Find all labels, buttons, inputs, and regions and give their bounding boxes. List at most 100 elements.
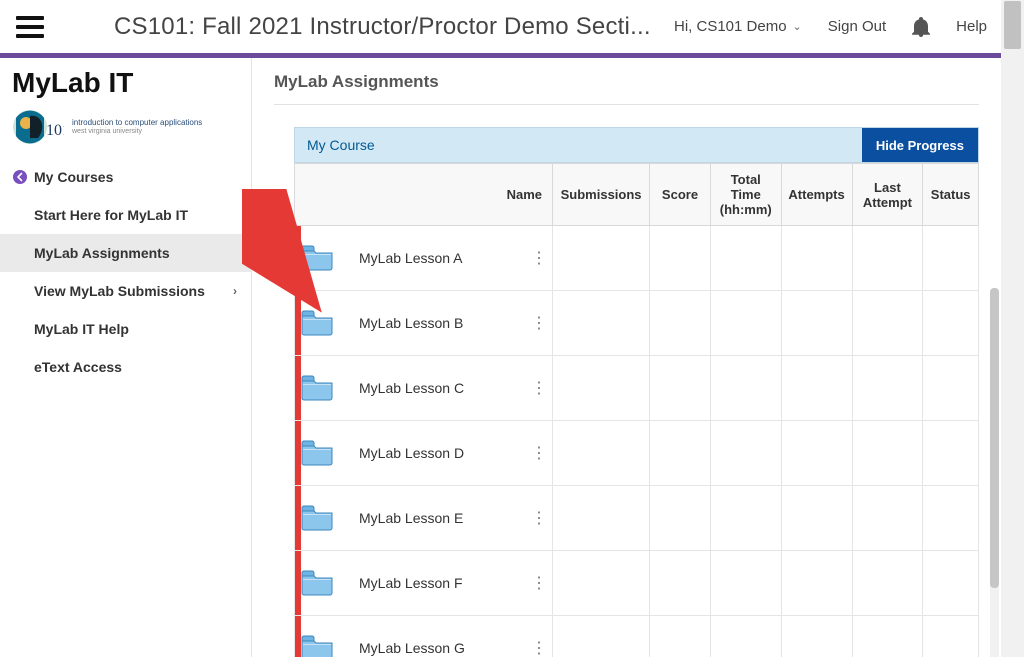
content-scrollbar[interactable] [990, 288, 999, 657]
empty-cell [781, 421, 852, 486]
table-row[interactable]: MyLab Lesson A ⋮ [295, 226, 979, 291]
empty-cell [553, 551, 650, 616]
menu-icon[interactable] [16, 16, 44, 38]
row-name: MyLab Lesson G [351, 640, 526, 656]
sidebar-item-label: View MyLab Submissions [34, 283, 205, 299]
sidebar-item-help[interactable]: MyLab IT Help [0, 310, 251, 348]
empty-cell [650, 616, 711, 657]
empty-cell [781, 291, 852, 356]
user-greeting-label: Hi, CS101 Demo [674, 18, 787, 35]
empty-cell [852, 356, 923, 421]
col-last-attempt[interactable]: Last Attempt [852, 164, 923, 226]
chevron-right-icon: › [233, 284, 237, 298]
folder-icon [301, 570, 351, 596]
empty-cell [852, 551, 923, 616]
browser-scrollbar[interactable] [1001, 0, 1024, 657]
empty-cell [781, 226, 852, 291]
empty-cell [553, 486, 650, 551]
empty-cell [852, 421, 923, 486]
logo-caption: introduction to computer applications we… [72, 118, 202, 137]
notifications-icon[interactable] [912, 17, 930, 37]
table-row[interactable]: MyLab Lesson B ⋮ [295, 291, 979, 356]
table-row[interactable]: MyLab Lesson E ⋮ [295, 486, 979, 551]
empty-cell [553, 356, 650, 421]
folder-icon [301, 440, 351, 466]
sign-out-link[interactable]: Sign Out [828, 18, 886, 35]
chevron-down-icon: ⌄ [793, 20, 802, 33]
row-name: MyLab Lesson F [351, 575, 526, 591]
browser-scrollbar-thumb[interactable] [1004, 1, 1021, 49]
empty-cell [852, 616, 923, 657]
empty-cell [923, 486, 979, 551]
folder-icon [301, 635, 351, 657]
table-row[interactable]: MyLab Lesson C ⋮ [295, 356, 979, 421]
row-kebab-icon[interactable]: ⋮ [526, 250, 552, 267]
logo-icon: 101 [12, 108, 64, 146]
page-title: MyLab Assignments [274, 72, 979, 105]
sidebar-item-label: Start Here for MyLab IT [34, 207, 188, 223]
empty-cell [553, 421, 650, 486]
empty-cell [923, 551, 979, 616]
empty-cell [650, 226, 711, 291]
empty-cell [710, 486, 781, 551]
col-attempts[interactable]: Attempts [781, 164, 852, 226]
empty-cell [781, 486, 852, 551]
top-bar: CS101: Fall 2021 Instructor/Proctor Demo… [0, 0, 1001, 53]
logo-tagline-2: west virginia university [72, 128, 202, 137]
sidebar-item-view-submissions[interactable]: View MyLab Submissions › [0, 272, 251, 310]
sidebar-item-start-here[interactable]: Start Here for MyLab IT [0, 196, 251, 234]
row-kebab-icon[interactable]: ⋮ [526, 445, 552, 462]
col-score[interactable]: Score [650, 164, 711, 226]
content-scrollbar-thumb[interactable] [990, 288, 999, 588]
folder-icon [301, 375, 351, 401]
table-row[interactable]: MyLab Lesson G ⋮ [295, 616, 979, 657]
folder-icon [301, 505, 351, 531]
row-name: MyLab Lesson A [351, 250, 526, 266]
empty-cell [710, 226, 781, 291]
col-name[interactable]: Name [295, 164, 553, 226]
empty-cell [553, 616, 650, 657]
banner-title: My Course [295, 137, 375, 153]
empty-cell [650, 356, 711, 421]
course-title: CS101: Fall 2021 Instructor/Proctor Demo… [114, 13, 651, 41]
row-kebab-icon[interactable]: ⋮ [526, 315, 552, 332]
empty-cell [710, 616, 781, 657]
empty-cell [781, 356, 852, 421]
hide-progress-button[interactable]: Hide Progress [862, 128, 978, 162]
table-row[interactable]: MyLab Lesson F ⋮ [295, 551, 979, 616]
col-total-time[interactable]: Total Time (hh:mm) [710, 164, 781, 226]
table-header-row: Name Submissions Score Total Time (hh:mm… [295, 164, 979, 226]
empty-cell [923, 356, 979, 421]
folder-icon [301, 245, 351, 271]
empty-cell [650, 551, 711, 616]
row-name: MyLab Lesson E [351, 510, 526, 526]
app-title: MyLab IT [0, 58, 251, 102]
empty-cell [923, 226, 979, 291]
user-menu[interactable]: Hi, CS101 Demo ⌄ [674, 18, 802, 35]
svg-text:101: 101 [46, 122, 64, 139]
help-link[interactable]: Help [956, 18, 987, 35]
sidebar-item-my-courses[interactable]: My Courses [0, 158, 251, 196]
row-name: MyLab Lesson D [351, 445, 526, 461]
empty-cell [710, 421, 781, 486]
row-name: MyLab Lesson B [351, 315, 526, 331]
course-banner: My Course Hide Progress [294, 127, 979, 163]
empty-cell [923, 291, 979, 356]
row-kebab-icon[interactable]: ⋮ [526, 380, 552, 397]
course-logo: 101 introduction to computer application… [0, 102, 251, 158]
logo-tagline-1: introduction to computer applications [72, 118, 202, 127]
empty-cell [710, 291, 781, 356]
empty-cell [923, 421, 979, 486]
empty-cell [852, 291, 923, 356]
empty-cell [710, 551, 781, 616]
empty-cell [781, 616, 852, 657]
sidebar-item-mylab-assignments[interactable]: MyLab Assignments [0, 234, 251, 272]
table-row[interactable]: MyLab Lesson D ⋮ [295, 421, 979, 486]
content-area: MyLab Assignments My Course Hide Progres… [252, 58, 1001, 657]
sidebar-item-etext[interactable]: eText Access [0, 348, 251, 386]
row-kebab-icon[interactable]: ⋮ [526, 575, 552, 592]
col-status[interactable]: Status [923, 164, 979, 226]
row-kebab-icon[interactable]: ⋮ [526, 510, 552, 527]
col-submissions[interactable]: Submissions [553, 164, 650, 226]
row-kebab-icon[interactable]: ⋮ [526, 640, 552, 657]
